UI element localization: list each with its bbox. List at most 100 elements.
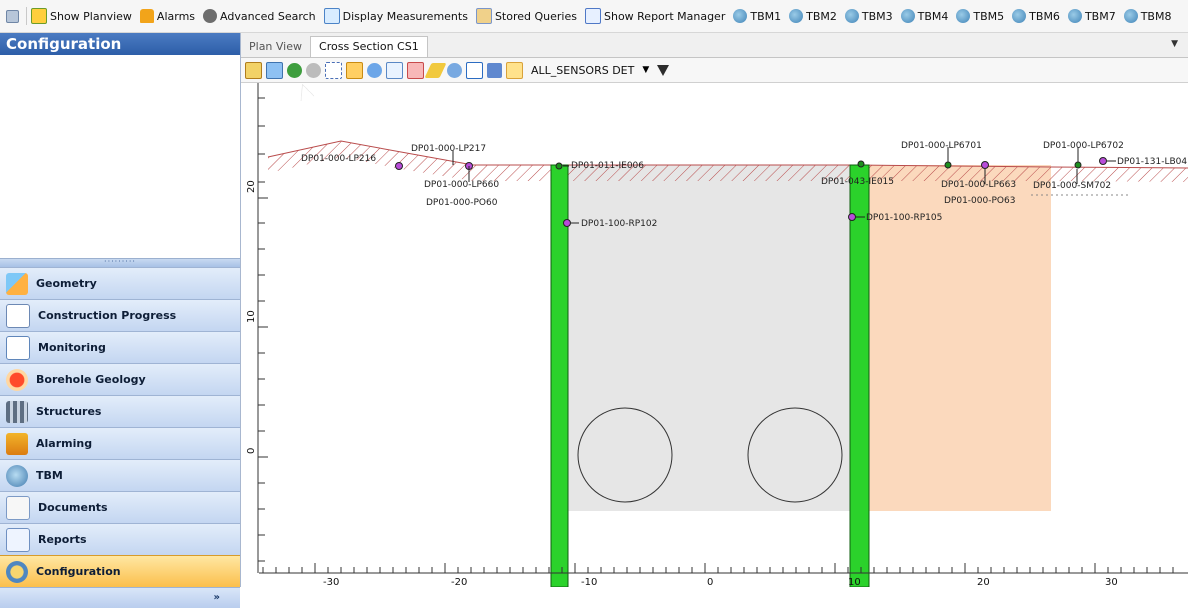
save-icon[interactable] (6, 9, 19, 23)
sensor-point[interactable] (1099, 157, 1107, 165)
tbm1-button[interactable]: TBM1 (733, 9, 781, 23)
tbm-icon (844, 9, 859, 23)
label-toggle-icon[interactable] (466, 61, 483, 79)
zoom-extent-icon[interactable] (407, 61, 424, 79)
nav-label: Geometry (36, 277, 97, 290)
selection-icon[interactable] (325, 61, 342, 79)
nav-item-configuration[interactable]: Configuration (0, 555, 240, 587)
zoom-icon[interactable] (367, 62, 382, 78)
alarm-icon (139, 9, 154, 23)
alarms-button[interactable]: Alarms (139, 9, 196, 23)
tab-plan-view[interactable]: Plan View (241, 37, 310, 57)
geometry-icon (6, 272, 28, 295)
nav-label: Configuration (36, 565, 121, 578)
panel-overflow-button[interactable]: » (0, 587, 240, 608)
tbm-icon (956, 9, 971, 23)
link-icon[interactable] (487, 62, 502, 78)
sensor-filter-select[interactable]: ALL_SENSORS DET (531, 64, 634, 77)
sensor-label: DP01-000-LP217 (411, 144, 486, 154)
back-icon[interactable] (287, 62, 302, 78)
refresh-icon[interactable] (266, 61, 283, 79)
zoom-box-icon[interactable] (386, 61, 403, 79)
display-measurements-button[interactable]: Display Measurements (323, 8, 468, 24)
pan-icon[interactable] (346, 61, 363, 79)
sensor-point[interactable] (1074, 161, 1082, 169)
sensor-tool-icon[interactable] (447, 62, 462, 78)
toolbar-label-display-measurements: Display Measurements (342, 9, 468, 23)
show-report-manager-button[interactable]: Show Report Manager (584, 8, 726, 24)
sensor-label: DP01-000-SM702 (1033, 181, 1111, 191)
y-tick-label: 20 (246, 180, 257, 193)
home-icon[interactable] (245, 61, 262, 79)
tab-menu-dropdown[interactable]: ▼ (1171, 39, 1178, 49)
sensor-label: DP01-100-RP102 (581, 219, 657, 229)
stored-queries-button[interactable]: Stored Queries (475, 8, 577, 24)
sensor-point[interactable] (395, 162, 403, 170)
nav-item-geometry[interactable]: Geometry (0, 267, 240, 299)
splitter-grip[interactable]: ········· (0, 258, 240, 267)
y-tick-label: 10 (246, 310, 257, 323)
sensor-point[interactable] (981, 161, 989, 169)
cross-section-drawing[interactable]: 20 10 0 DP01-000-LP217 DP01-000-LP216 DP… (241, 83, 1188, 587)
borehole-geology-icon (6, 368, 28, 391)
toolbar-label-show-planview: Show Planview (50, 9, 132, 23)
toolbar-label-tbm7: TBM7 (1084, 9, 1116, 23)
nav-item-monitoring[interactable]: Monitoring (0, 331, 240, 363)
advanced-search-button[interactable]: Advanced Search (203, 9, 316, 23)
cross-section-canvas[interactable]: 20 10 0 DP01-000-LP217 DP01-000-LP216 DP… (241, 83, 1188, 587)
show-planview-button[interactable]: Show Planview (31, 8, 132, 24)
sensor-label: DP01-100-RP105 (866, 213, 942, 223)
panel-title: Configuration (0, 33, 240, 55)
tbm-icon (1067, 9, 1082, 23)
tab-cross-section-cs1[interactable]: Cross Section CS1 (310, 36, 428, 57)
nav-item-tbm[interactable]: TBM (0, 459, 240, 491)
nav-item-documents[interactable]: Documents (0, 491, 240, 523)
nav-item-reports[interactable]: Reports (0, 523, 240, 555)
sensor-label: DP01-043-IE015 (821, 177, 894, 187)
nav-item-construction-progress[interactable]: Construction Progress (0, 299, 240, 331)
sensor-label: DP01-000-LP6701 (901, 141, 982, 151)
toolbar-label-alarms: Alarms (156, 9, 196, 23)
planview-icon (31, 8, 47, 24)
tbm-icon (6, 464, 28, 487)
binoculars-icon (203, 9, 218, 23)
sensor-point[interactable] (857, 160, 865, 168)
measure-tool-icon[interactable] (424, 62, 447, 78)
toolbar-label-tbm8: TBM8 (1140, 9, 1172, 23)
tbm6-button[interactable]: TBM6 (1012, 9, 1060, 23)
tbm-icon (1123, 9, 1138, 23)
nav-label: Borehole Geology (36, 373, 146, 386)
nav-label: Alarming (36, 437, 93, 450)
nav-label: Construction Progress (38, 309, 177, 322)
sensor-point[interactable] (555, 162, 563, 170)
nav-item-borehole-geology[interactable]: Borehole Geology (0, 363, 240, 395)
sensor-point[interactable] (944, 161, 952, 169)
toolbar-label-tbm6: TBM6 (1029, 9, 1060, 23)
forward-icon[interactable] (306, 62, 321, 78)
nav-item-alarming[interactable]: Alarming (0, 427, 240, 459)
tbm-icon (789, 9, 804, 23)
nav-item-structures[interactable]: Structures (0, 395, 240, 427)
tbm-icon (1012, 9, 1027, 23)
sensor-label: DP01-000-LP6702 (1043, 141, 1124, 151)
tbm2-button[interactable]: TBM2 (789, 9, 837, 23)
sensor-point[interactable] (848, 213, 856, 221)
monitoring-icon (6, 335, 30, 360)
sensor-label: DP01-131-LB04 (1117, 157, 1187, 167)
x-tick-label: -30 (323, 577, 339, 587)
highlight-icon[interactable] (506, 61, 523, 79)
tbm8-button[interactable]: TBM8 (1123, 9, 1172, 23)
alarming-icon (6, 432, 28, 455)
tbm7-button[interactable]: TBM7 (1067, 9, 1116, 23)
main-toolbar: Show Planview Alarms Advanced Search Dis… (0, 0, 1188, 33)
tbm3-button[interactable]: TBM3 (844, 9, 893, 23)
tbm5-button[interactable]: TBM5 (956, 9, 1004, 23)
configuration-icon (6, 560, 28, 583)
sensor-point[interactable] (563, 219, 571, 227)
x-tick-label: 0 (707, 577, 713, 587)
filter-icon[interactable] (657, 64, 670, 76)
sensor-label: DP01-011-IE006 (571, 161, 644, 171)
chevron-down-icon[interactable]: ▼ (642, 65, 649, 75)
tbm4-button[interactable]: TBM4 (900, 9, 948, 23)
toolbar-label-show-report-manager: Show Report Manager (603, 9, 726, 23)
